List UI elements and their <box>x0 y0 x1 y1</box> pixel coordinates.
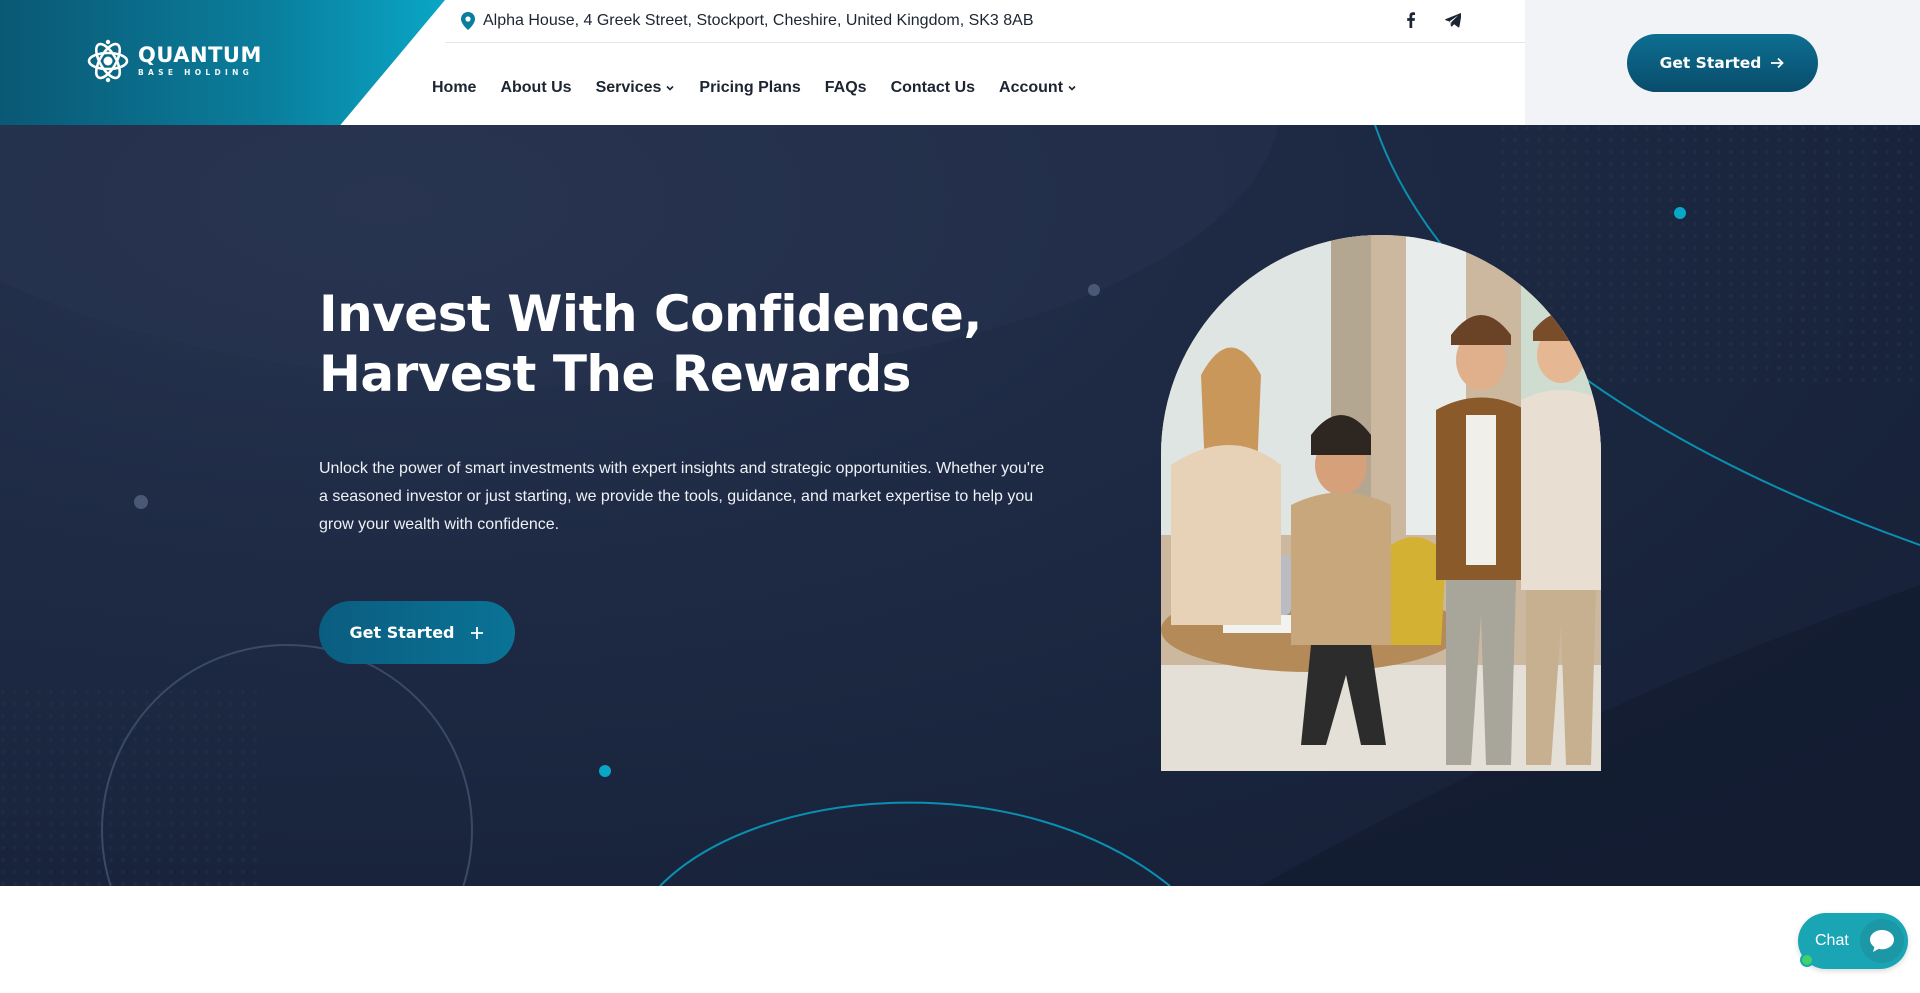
next-section <box>0 886 1920 993</box>
header-get-started-button[interactable]: Get Started <box>1627 34 1818 92</box>
telegram-icon[interactable] <box>1445 12 1461 28</box>
nav-faqs-label: FAQs <box>824 79 867 96</box>
team-meeting-photo <box>1161 235 1601 771</box>
header-get-started-label: Get Started <box>1659 54 1762 72</box>
hero-title: Invest With Confidence, Harvest The Rewa… <box>319 284 982 404</box>
logo-tagline: BASE HOLDING <box>138 68 254 78</box>
main-nav: Home About Us Services Pricing Plans FAQ… <box>432 79 1077 97</box>
site-header: QUANTUM BASE HOLDING Alpha House, 4 Gree… <box>0 0 1920 125</box>
hero-title-line-2: Harvest The Rewards <box>319 345 911 403</box>
chevron-down-icon <box>1068 85 1076 91</box>
hero-section: Invest With Confidence, Harvest The Rewa… <box>0 125 1920 886</box>
nav-home[interactable]: Home <box>432 79 476 97</box>
address-text: Alpha House, 4 Greek Street, Stockport, … <box>483 12 1034 29</box>
nav-about-us-label: About Us <box>500 79 572 96</box>
facebook-icon[interactable] <box>1403 12 1419 28</box>
online-status-indicator <box>1800 953 1814 967</box>
nav-home-label: Home <box>432 79 477 96</box>
nav-pricing-plans[interactable]: Pricing Plans <box>699 79 800 97</box>
hero-title-line-1: Invest With Confidence, <box>319 285 982 343</box>
hero-team-photo <box>1161 235 1601 771</box>
nav-about-us[interactable]: About Us <box>500 79 571 97</box>
hero-description: Unlock the power of smart investments wi… <box>319 460 1045 533</box>
hero-get-started-label: Get Started <box>349 623 455 642</box>
nav-account-label: Account <box>999 79 1064 96</box>
chat-label: Chat <box>1815 932 1849 949</box>
site-logo[interactable]: QUANTUM BASE HOLDING <box>86 38 262 84</box>
map-pin-icon <box>461 12 475 30</box>
logo-text: QUANTUM BASE HOLDING <box>138 45 262 77</box>
nav-faqs[interactable]: FAQs <box>825 79 867 97</box>
top-info-bar: Alpha House, 4 Greek Street, Stockport, … <box>445 0 1525 43</box>
chevron-down-icon <box>666 85 674 91</box>
nav-services[interactable]: Services <box>596 79 676 97</box>
address: Alpha House, 4 Greek Street, Stockport, … <box>461 12 1034 30</box>
nav-services-label: Services <box>595 79 662 96</box>
nav-pricing-plans-label: Pricing Plans <box>699 79 801 96</box>
plus-icon <box>470 626 483 639</box>
nav-account[interactable]: Account <box>999 79 1077 97</box>
chat-widget-button[interactable]: Chat <box>1798 913 1908 969</box>
nav-contact-us[interactable]: Contact Us <box>891 79 975 97</box>
atom-logo-icon <box>87 39 129 83</box>
logo-name: QUANTUM <box>138 43 262 68</box>
social-links <box>1403 12 1461 28</box>
arrow-right-icon <box>1771 57 1785 69</box>
nav-contact-us-label: Contact Us <box>890 79 976 96</box>
hero-get-started-button[interactable]: Get Started <box>319 601 515 664</box>
chat-bubble-icon <box>1860 919 1904 963</box>
